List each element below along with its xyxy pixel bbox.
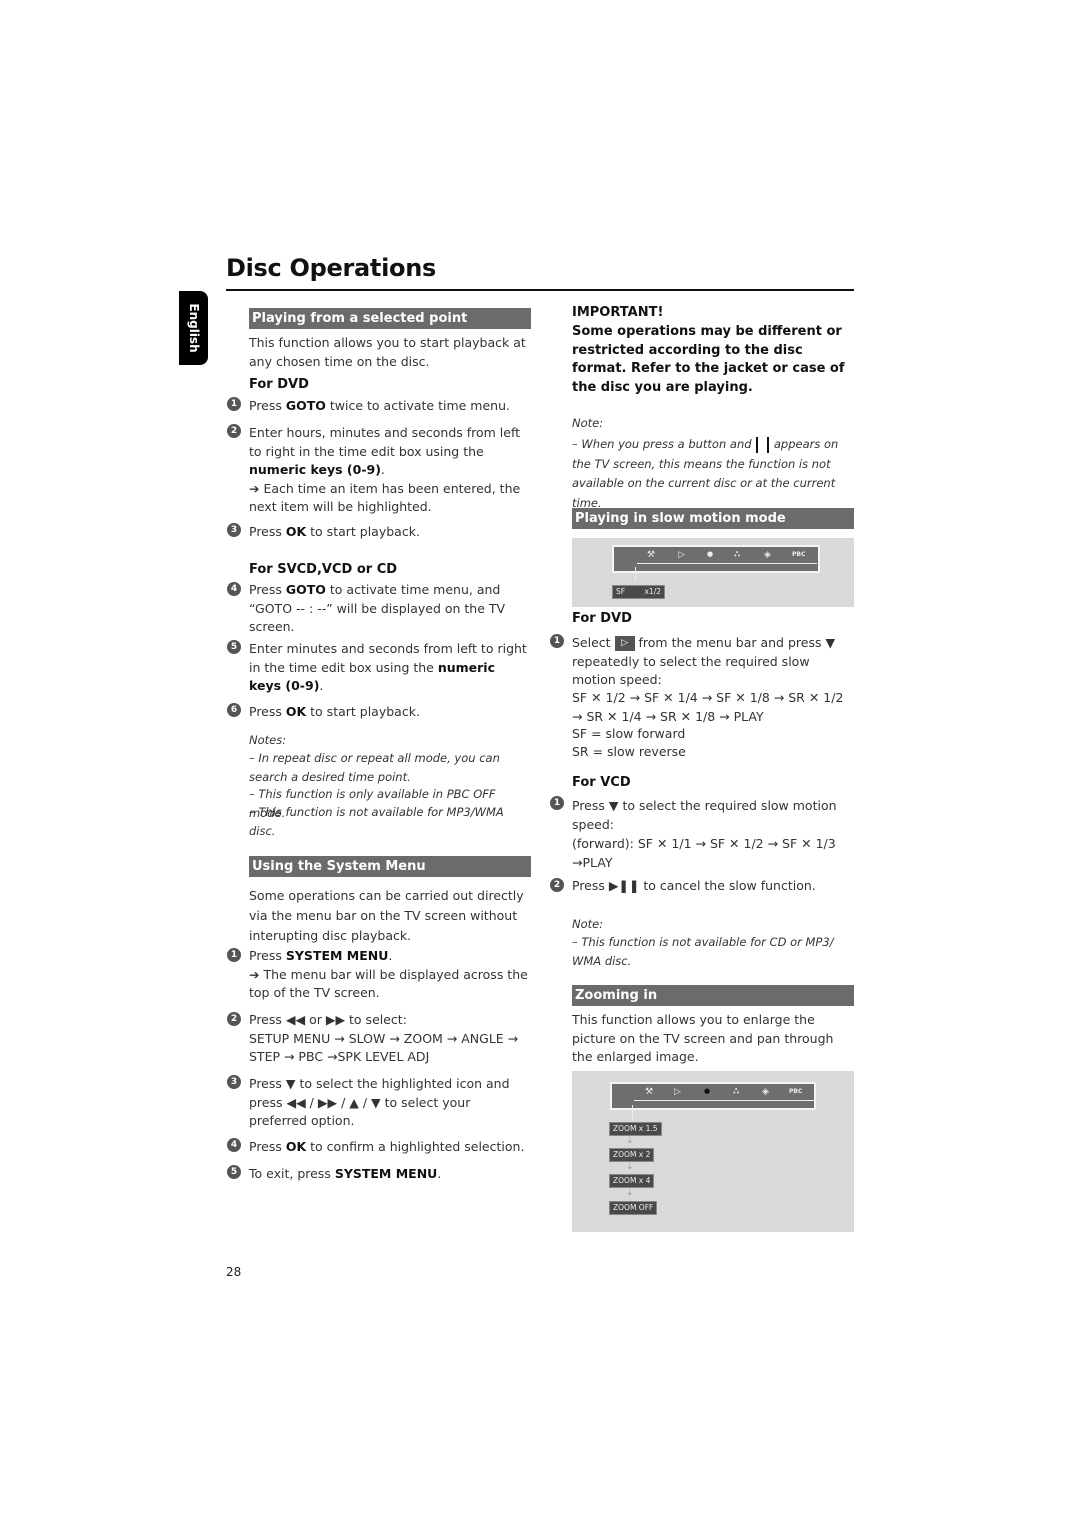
menu-sequence: SETUP MENU → SLOW → ZOOM → ANGLE → STEP … xyxy=(249,1030,519,1065)
slow-dvd-step-1: Select ▷ from the menu bar and press ▼ r… xyxy=(572,635,836,687)
prohibited-icon xyxy=(756,436,770,453)
step-number: 2 xyxy=(227,1012,241,1026)
slow-dvd-subheading: For DVD xyxy=(572,611,632,626)
section-heading-system-menu: Using the System Menu xyxy=(249,856,531,877)
step-result: ➔ Each time an item has been entered, th… xyxy=(249,480,521,515)
sf-definition: SF = slow forward xyxy=(572,726,686,741)
zoom-level-tag: ZOOM x 2 xyxy=(609,1148,655,1162)
zoom-level-tag: ZOOM x 4 xyxy=(609,1174,655,1188)
slow-icon: ▷ xyxy=(674,1087,681,1097)
menu-bar: ⚒ ▷ ● ∴ ◈ PBC xyxy=(612,545,820,573)
step-number: 1 xyxy=(550,634,564,648)
down-arrow-icon: ⇣ xyxy=(626,1162,634,1172)
slow-vcd-step-2: Press ▶❚❚ to cancel the slow function. xyxy=(572,878,816,893)
dvd-step-1: Press GOTO twice to activate time menu. xyxy=(249,398,510,413)
svcd-step-4: Press GOTO to activate time menu, and “G… xyxy=(249,582,506,634)
zoom-icon: ● xyxy=(707,550,714,558)
dvd-step-2: Enter hours, minutes and seconds from le… xyxy=(249,425,521,515)
step-icon: ◈ xyxy=(764,550,771,560)
menu-bar: ⚒ ▷ ● ∴ ◈ PBC xyxy=(610,1082,816,1110)
system-menu-intro: Some operations can be carried out direc… xyxy=(249,888,524,943)
step-number: 2 xyxy=(550,878,564,892)
connector-line xyxy=(635,567,636,581)
note-item: – In repeat disc or repeat all mode, you… xyxy=(249,751,500,784)
slow-note-label: Note: xyxy=(572,917,604,931)
step-number: 1 xyxy=(227,397,241,411)
step-number: 1 xyxy=(227,948,241,962)
step-number: 1 xyxy=(550,796,564,810)
note-label: Note: xyxy=(572,416,604,430)
system-step-5: To exit, press SYSTEM MENU. xyxy=(249,1166,442,1181)
zoom-figure: ⚒ ▷ ● ∴ ◈ PBC ZOOM x 1.5 ⇣ ZOOM x 2 ⇣ ZO… xyxy=(572,1071,854,1232)
step-number: 3 xyxy=(227,1075,241,1089)
step-number: 2 xyxy=(227,424,241,438)
step-result: ➔ The menu bar will be displayed across … xyxy=(249,966,528,1001)
slow-dvd-sequence: SF ✕ 1/2 → SF ✕ 1/4 → SF ✕ 1/8 → SR ✕ 1/… xyxy=(572,690,844,724)
dvd-step-3: Press OK to start playback. xyxy=(249,524,420,539)
slow-vcd-step-1: Press ▼ to select the required slow moti… xyxy=(572,798,837,870)
down-arrow-icon: ⇣ xyxy=(626,1136,634,1146)
zoom-level-tag: ZOOM OFF xyxy=(609,1201,658,1215)
note-item: – This function is not available for MP3… xyxy=(249,805,504,838)
important-label: IMPORTANT! xyxy=(572,305,664,320)
step-number: 3 xyxy=(227,523,241,537)
unavailable-note: – When you press a button and appears on… xyxy=(572,436,839,510)
system-step-3: Press ▼ to select the highlighted icon a… xyxy=(249,1076,510,1128)
page-title: Disc Operations xyxy=(226,254,436,282)
connector-line xyxy=(632,1105,633,1119)
svcd-step-5: Enter minutes and seconds from left to r… xyxy=(249,641,527,693)
angle-icon: ∴ xyxy=(733,1087,740,1097)
section-heading-zooming: Zooming in xyxy=(572,985,854,1006)
step-number: 6 xyxy=(227,703,241,717)
slow-motion-figure: ⚒ ▷ ● ∴ ◈ PBC SF x1/2 xyxy=(572,538,854,607)
sr-definition: SR = slow reverse xyxy=(572,744,686,759)
angle-icon: ∴ xyxy=(734,550,741,560)
menu-track xyxy=(637,563,817,564)
selected-point-intro: This function allows you to start playba… xyxy=(249,335,526,369)
system-step-1: Press SYSTEM MENU. ➔ The menu bar will be… xyxy=(249,948,528,1001)
zoom-icon: ● xyxy=(704,1087,711,1095)
system-step-2: Press ◀◀ or ▶▶ to select: SETUP MENU → SL… xyxy=(249,1012,519,1065)
setup-icon: ⚒ xyxy=(647,550,656,560)
language-label: English xyxy=(186,303,201,353)
svcd-subheading: For SVCD,VCD or CD xyxy=(249,562,398,577)
pbc-icon: PBC xyxy=(792,551,806,558)
step-number: 5 xyxy=(227,1165,241,1179)
step-number: 4 xyxy=(227,582,241,596)
step-number: 5 xyxy=(227,640,241,654)
step-icon: ◈ xyxy=(762,1087,769,1097)
notes-label: Notes: xyxy=(249,733,287,747)
section-heading-slow-motion: Playing in slow motion mode xyxy=(572,508,854,529)
system-step-4: Press OK to confirm a highlighted select… xyxy=(249,1139,525,1154)
pbc-icon: PBC xyxy=(789,1088,803,1095)
down-arrow-icon: ⇣ xyxy=(626,1188,634,1198)
dvd-subheading: For DVD xyxy=(249,377,309,392)
setup-icon: ⚒ xyxy=(645,1087,654,1097)
slow-icon: ▷ xyxy=(614,636,635,651)
slow-icon: ▷ xyxy=(678,550,685,560)
svcd-step-6: Press OK to start playback. xyxy=(249,704,420,719)
slow-status-tag: SF x1/2 xyxy=(612,585,665,599)
slow-note: – This function is not available for CD … xyxy=(572,935,834,968)
zoom-level-tag: ZOOM x 1.5 xyxy=(609,1122,662,1136)
section-heading-selected-point: Playing from a selected point xyxy=(249,308,531,329)
important-text: Some operations may be different or rest… xyxy=(572,324,845,395)
vcd-sequence: (forward): SF ✕ 1/1 → SF ✕ 1/2 → SF ✕ 1/… xyxy=(572,836,836,870)
zoom-intro: This function allows you to enlarge the … xyxy=(572,1012,834,1064)
step-number: 4 xyxy=(227,1138,241,1152)
menu-track xyxy=(634,1100,814,1101)
page-number: 28 xyxy=(226,1265,242,1279)
language-tab: English xyxy=(179,291,208,365)
title-rule xyxy=(226,289,854,291)
slow-vcd-subheading: For VCD xyxy=(572,775,631,790)
